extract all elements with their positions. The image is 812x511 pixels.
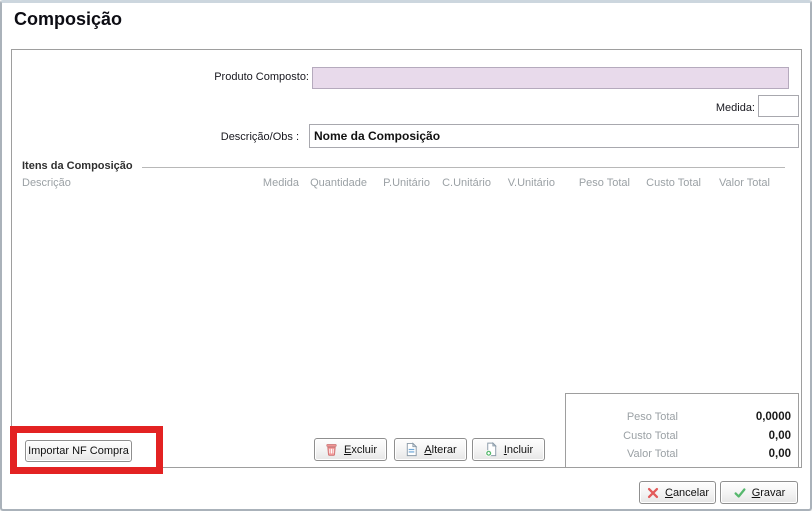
column-header-c-unitario: C.Unitário (442, 177, 491, 189)
medida-input[interactable] (758, 95, 799, 117)
column-header-v-unitario: V.Unitário (508, 177, 555, 189)
column-header-custo-total: Custo Total (646, 177, 701, 189)
incluir-button[interactable]: Incluir (472, 438, 545, 461)
items-column-header-row: Descrição Medida Quantidade P.Unitário C… (2, 177, 812, 191)
cancelar-label: Cancelar (665, 487, 709, 499)
document-edit-icon (404, 442, 419, 457)
gravar-label: Gravar (752, 487, 786, 499)
column-header-valor-total: Valor Total (719, 177, 770, 189)
column-header-peso-total: Peso Total (579, 177, 630, 189)
column-header-descricao: Descrição (22, 177, 71, 189)
produto-composto-input[interactable] (312, 67, 789, 89)
medida-label: Medida: (692, 102, 755, 114)
valor-total-label: Valor Total (576, 448, 678, 460)
descricao-obs-label: Descrição/Obs : (152, 131, 299, 143)
column-header-p-unitario: P.Unitário (383, 177, 430, 189)
document-add-icon (484, 442, 499, 457)
page-title: Composição (14, 9, 122, 30)
section-divider (142, 167, 785, 168)
x-icon (646, 486, 660, 500)
peso-total-label: Peso Total (576, 411, 678, 423)
column-header-quantidade: Quantidade (310, 177, 367, 189)
valor-total-value: 0,00 (671, 448, 791, 460)
incluir-label: Incluir (504, 444, 533, 456)
produto-composto-label: Produto Composto: (152, 71, 309, 83)
totals-box: Peso Total 0,0000 Custo Total 0,00 Valor… (565, 393, 799, 468)
custo-total-label: Custo Total (576, 430, 678, 442)
custo-total-value: 0,00 (671, 430, 791, 442)
descricao-obs-input[interactable] (309, 124, 799, 148)
column-header-medida: Medida (263, 177, 299, 189)
excluir-label: Excluir (344, 444, 377, 456)
items-list-area[interactable] (12, 193, 801, 391)
cancelar-button[interactable]: Cancelar (639, 481, 716, 504)
alterar-label: Alterar (424, 444, 456, 456)
excluir-button[interactable]: Excluir (314, 438, 387, 461)
items-section-title: Itens da Composição (22, 160, 133, 172)
check-icon (733, 486, 747, 500)
trash-icon (324, 442, 339, 457)
peso-total-value: 0,0000 (671, 411, 791, 423)
gravar-button[interactable]: Gravar (720, 481, 798, 504)
red-highlight-annotation (10, 426, 163, 474)
composicao-window: Composição Produto Composto: Medida: Des… (0, 0, 812, 511)
alterar-button[interactable]: Alterar (394, 438, 467, 461)
